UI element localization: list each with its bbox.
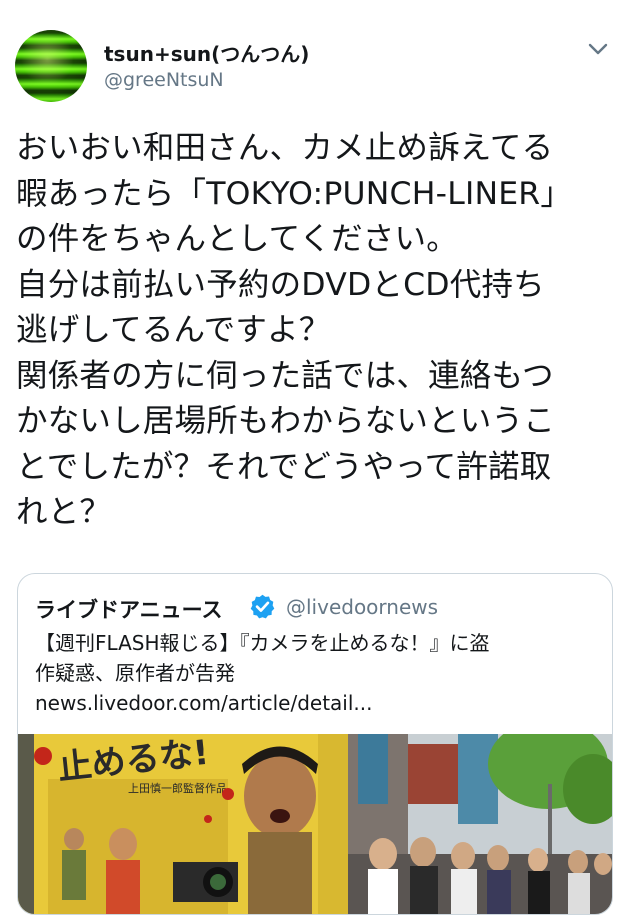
tweet-text: おいおい和田さん、カメ止め訴えてる 暇あったら「TOKYO:PUNCH-LINE… xyxy=(16,126,612,536)
card-source-handle: @livedoornews xyxy=(286,595,439,619)
quoted-link-card[interactable]: ライブドアニュース @livedoornews 【週刊FLASH報じる】『カメラ… xyxy=(17,573,613,915)
tweet-text-line: 暇あったら「TOKYO:PUNCH-LINER」 xyxy=(16,175,573,212)
tweet-text-line: れと？ xyxy=(16,494,112,530)
card-title-line: 【週刊FLASH報じる】『カメラを止めるな！』に盗 xyxy=(35,631,490,655)
card-title-line: 作疑惑、原作者が告発 xyxy=(35,661,235,685)
avatar[interactable] xyxy=(15,30,87,102)
tweet-text-line: 自分は前払い予約のDVDとCD代持ち xyxy=(16,266,545,303)
card-title: 【週刊FLASH報じる】『カメラを止めるな！』に盗 作疑惑、原作者が告発 xyxy=(35,628,600,688)
poster-credit: 上田慎一郎監督作品 xyxy=(128,781,227,795)
card-image[interactable]: 止めるな! 上田慎一郎監督作品 xyxy=(18,734,612,914)
tweet-text-line: かないし居場所もわからないというこ xyxy=(16,403,555,439)
verified-badge-icon xyxy=(250,594,275,619)
user-handle[interactable]: @greeNtsuN xyxy=(104,69,224,91)
card-source-name: ライブドアニュース xyxy=(35,598,223,622)
display-name[interactable]: tsun+sun(つんつん) xyxy=(104,38,309,67)
tweet-text-line: の件をちゃんとしてください。 xyxy=(16,221,458,257)
tweet-text-line: とでしたが？それでどうやって許諾取 xyxy=(16,448,552,485)
tweet-text-line: 逃げしてるんですよ？ xyxy=(16,312,331,348)
tweet-text-line: 関係者の方に伺った話では、連絡もつ xyxy=(16,357,554,394)
tweet-text-line: おいおい和田さん、カメ止め訴えてる xyxy=(16,130,554,166)
chevron-down-icon[interactable] xyxy=(585,38,611,60)
card-url[interactable]: news.livedoor.com/article/detail... xyxy=(35,691,373,715)
